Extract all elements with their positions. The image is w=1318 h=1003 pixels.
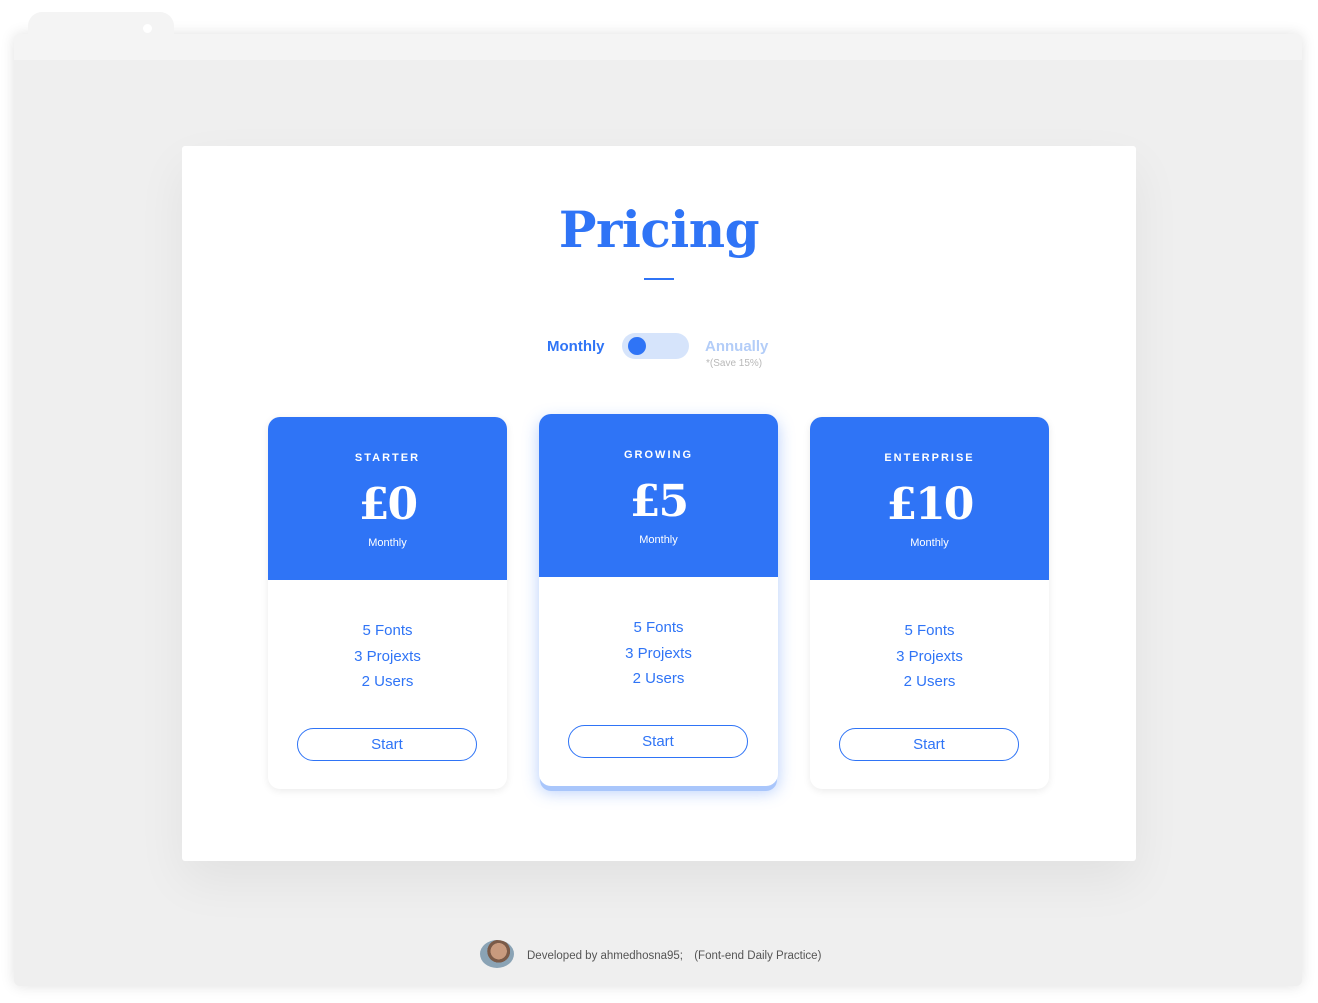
start-button-growing[interactable]: Start <box>568 725 748 758</box>
plan-period: Monthly <box>639 534 678 546</box>
footer-text: Developed by ahmedhosna95; (Font-end Dai… <box>527 950 821 962</box>
billing-toggle: Monthly Annually *(Save 15%) <box>182 332 1136 372</box>
toggle-knob <box>628 337 646 355</box>
toggle-label-monthly[interactable]: Monthly <box>547 338 605 355</box>
plan-header: STARTER £0 Monthly <box>268 417 507 580</box>
save-note: *(Save 15%) <box>706 358 763 369</box>
title-underline <box>644 278 674 280</box>
browser-toolbar <box>14 34 1302 60</box>
avatar[interactable] <box>480 940 514 968</box>
plan-features: 5 Fonts 3 Projexts 2 Users <box>810 618 1049 695</box>
plan-period: Monthly <box>368 537 407 549</box>
plan-name: ENTERPRISE <box>884 452 975 464</box>
plan-price: £10 <box>886 479 975 530</box>
billing-toggle-switch[interactable] <box>622 333 689 359</box>
toggle-label-annually[interactable]: Annually <box>705 338 768 355</box>
page-title: Pricing <box>558 200 760 259</box>
plan-period: Monthly <box>910 537 949 549</box>
plan-name: GROWING <box>624 449 693 461</box>
feature-item: 2 Users <box>903 673 956 690</box>
plan-card-growing: GROWING £5 Monthly 5 Fonts 3 Projexts 2 … <box>539 414 778 786</box>
plan-card-enterprise: ENTERPRISE £10 Monthly 5 Fonts 3 Projext… <box>810 417 1049 789</box>
start-button-starter[interactable]: Start <box>297 728 477 761</box>
footer-author[interactable]: Developed by ahmedhosna95; <box>527 950 683 962</box>
plan-price: £0 <box>358 479 418 530</box>
feature-item: 5 Fonts <box>633 619 684 636</box>
feature-item: 3 Projexts <box>354 647 421 665</box>
plan-name: STARTER <box>354 452 421 464</box>
plan-header: ENTERPRISE £10 Monthly <box>810 417 1049 580</box>
plan-card-starter: STARTER £0 Monthly 5 Fonts 3 Projexts 2 … <box>268 417 507 789</box>
plan-features: 5 Fonts 3 Projexts 2 Users <box>268 618 507 695</box>
pricing-panel: Pricing Monthly Annually *(Save 15%) STA… <box>182 146 1136 861</box>
feature-item: 3 Projexts <box>625 644 692 662</box>
feature-item: 3 Projexts <box>896 647 963 665</box>
start-button-enterprise[interactable]: Start <box>839 728 1019 761</box>
feature-item: 5 Fonts <box>904 622 955 639</box>
feature-item: 2 Users <box>361 673 414 690</box>
plan-price: £5 <box>629 476 689 527</box>
plan-features: 5 Fonts 3 Projexts 2 Users <box>539 615 778 692</box>
tab-dot-icon <box>143 24 152 33</box>
footer-note: (Font-end Daily Practice) <box>694 950 822 962</box>
feature-item: 5 Fonts <box>362 622 413 639</box>
feature-item: 2 Users <box>632 670 685 687</box>
plan-header: GROWING £5 Monthly <box>539 414 778 577</box>
